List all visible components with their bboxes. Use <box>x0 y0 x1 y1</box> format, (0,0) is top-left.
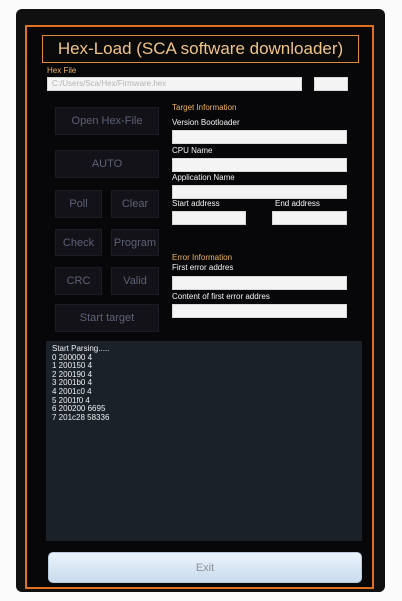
error-info-heading: Error Information <box>172 253 233 262</box>
end-address-label: End address <box>275 199 320 208</box>
start-address-field[interactable] <box>172 211 246 225</box>
browse-button[interactable] <box>314 77 348 91</box>
check-button[interactable]: Check <box>55 229 102 256</box>
auto-button[interactable]: AUTO <box>55 150 159 178</box>
app-title: Hex-Load (SCA software downloader) <box>42 35 359 63</box>
log-line: Start Parsing..... <box>52 344 110 353</box>
log-line: 7 201c28 58336 <box>52 412 110 422</box>
cpu-name-field[interactable] <box>172 158 347 172</box>
crc-button[interactable]: CRC <box>55 267 102 295</box>
hex-file-path-field[interactable]: C:/Users/Sca/Hex/Firmware.hex <box>47 77 302 91</box>
poll-button[interactable]: Poll <box>55 190 102 218</box>
program-button[interactable]: Program <box>111 229 159 256</box>
app-window: Hex-Load (SCA software downloader) Hex F… <box>25 25 374 589</box>
application-name-label: Application Name <box>172 173 235 182</box>
cpu-name-label: CPU Name <box>172 146 213 155</box>
clear-button[interactable]: Clear <box>111 190 159 218</box>
start-address-label: Start address <box>172 199 220 208</box>
version-bootloader-field[interactable] <box>172 130 347 144</box>
content-first-error-field[interactable] <box>172 304 347 318</box>
log-line: 3 2001b0 4 <box>52 378 93 388</box>
open-hex-file-button[interactable]: Open Hex-File <box>55 107 159 135</box>
log-line: 2 200190 4 <box>52 369 93 379</box>
content-first-error-label: Content of first error addres <box>172 292 270 301</box>
target-info-heading: Target Information <box>172 103 237 112</box>
log-line: 0 200000 4 <box>52 352 93 362</box>
first-error-field[interactable] <box>172 276 347 290</box>
start-target-button[interactable]: Start target <box>55 304 159 332</box>
exit-button[interactable]: Exit <box>48 552 362 583</box>
valid-button[interactable]: Valid <box>111 267 159 295</box>
version-bootloader-label: Version Bootloader <box>172 118 240 127</box>
application-name-field[interactable] <box>172 185 347 199</box>
log-line: 1 200150 4 <box>52 361 93 371</box>
log-output-area[interactable]: Start Parsing..... 0 200000 4 1 200150 4… <box>46 341 362 541</box>
end-address-field[interactable] <box>272 211 347 225</box>
hex-file-label: Hex File <box>47 66 77 75</box>
first-error-label: First error addres <box>172 263 234 272</box>
log-line: 4 2001c0 4 <box>52 386 92 396</box>
